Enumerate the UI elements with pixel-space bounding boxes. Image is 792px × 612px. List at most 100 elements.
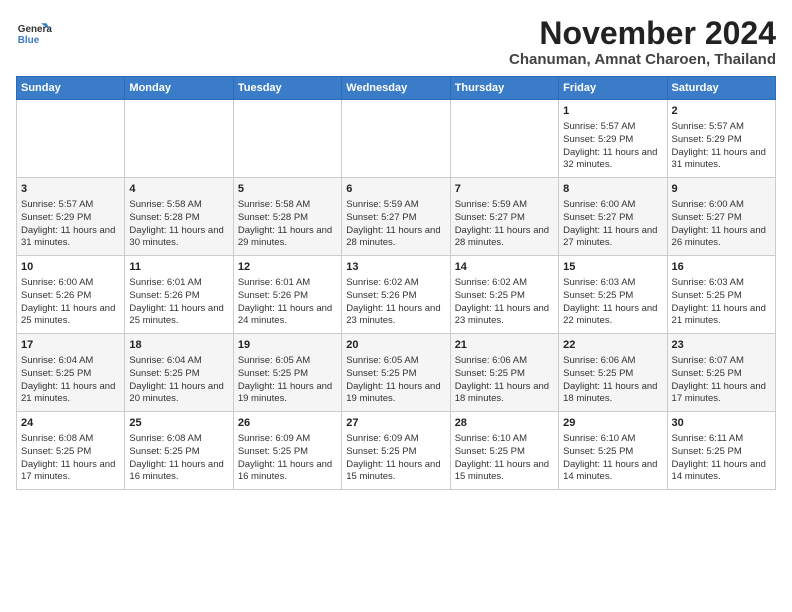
- day-number: 26: [238, 416, 337, 431]
- sunset-text: Sunset: 5:25 PM: [672, 446, 742, 457]
- weekday-header: Thursday: [450, 77, 558, 100]
- sunrise-text: Sunrise: 6:11 AM: [672, 433, 744, 444]
- day-number: 19: [238, 338, 337, 353]
- weekday-header: Tuesday: [233, 77, 341, 100]
- sunrise-text: Sunrise: 6:00 AM: [672, 199, 744, 210]
- daylight-text: Daylight: 11 hours and 25 minutes.: [129, 303, 223, 327]
- calendar-cell: [17, 100, 125, 178]
- day-number: 30: [672, 416, 771, 431]
- weekday-header: Friday: [559, 77, 667, 100]
- sunset-text: Sunset: 5:28 PM: [238, 212, 308, 223]
- daylight-text: Daylight: 11 hours and 14 minutes.: [563, 459, 657, 483]
- sunset-text: Sunset: 5:25 PM: [455, 446, 525, 457]
- daylight-text: Daylight: 11 hours and 18 minutes.: [563, 381, 657, 405]
- sunset-text: Sunset: 5:27 PM: [455, 212, 525, 223]
- sunset-text: Sunset: 5:25 PM: [455, 290, 525, 301]
- day-number: 29: [563, 416, 662, 431]
- month-title: November 2024: [509, 16, 776, 51]
- daylight-text: Daylight: 11 hours and 18 minutes.: [455, 381, 549, 405]
- daylight-text: Daylight: 11 hours and 25 minutes.: [21, 303, 115, 327]
- calendar-week-row: 1Sunrise: 5:57 AMSunset: 5:29 PMDaylight…: [17, 100, 776, 178]
- sunrise-text: Sunrise: 6:03 AM: [672, 277, 744, 288]
- sunrise-text: Sunrise: 6:07 AM: [672, 355, 744, 366]
- daylight-text: Daylight: 11 hours and 23 minutes.: [346, 303, 440, 327]
- sunset-text: Sunset: 5:25 PM: [346, 368, 416, 379]
- calendar-cell: 24Sunrise: 6:08 AMSunset: 5:25 PMDayligh…: [17, 412, 125, 490]
- day-number: 4: [129, 182, 228, 197]
- day-number: 22: [563, 338, 662, 353]
- calendar-cell: 6Sunrise: 5:59 AMSunset: 5:27 PMDaylight…: [342, 178, 450, 256]
- day-number: 13: [346, 260, 445, 275]
- daylight-text: Daylight: 11 hours and 17 minutes.: [672, 381, 766, 405]
- calendar-cell: 1Sunrise: 5:57 AMSunset: 5:29 PMDaylight…: [559, 100, 667, 178]
- calendar-table: SundayMondayTuesdayWednesdayThursdayFrid…: [16, 76, 776, 490]
- day-number: 28: [455, 416, 554, 431]
- daylight-text: Daylight: 11 hours and 16 minutes.: [129, 459, 223, 483]
- day-number: 17: [21, 338, 120, 353]
- daylight-text: Daylight: 11 hours and 30 minutes.: [129, 225, 223, 249]
- calendar-cell: 16 Sunrise: 6:03 AM Sunset: 5:25 PM Dayligh…: [667, 256, 775, 334]
- day-number: 20: [346, 338, 445, 353]
- daylight-text: Daylight: 11 hours and 21 minutes.: [21, 381, 115, 405]
- sunset-text: Sunset: 5:26 PM: [238, 290, 308, 301]
- sunrise-text: Sunrise: 5:57 AM: [563, 121, 635, 132]
- sunrise-text: Sunrise: 5:59 AM: [346, 199, 418, 210]
- calendar-cell: 29Sunrise: 6:10 AMSunset: 5:25 PMDayligh…: [559, 412, 667, 490]
- day-number: 10: [21, 260, 120, 275]
- calendar-cell: 7Sunrise: 5:59 AMSunset: 5:27 PMDaylight…: [450, 178, 558, 256]
- daylight-text: Daylight: 11 hours and 15 minutes.: [455, 459, 549, 483]
- calendar-cell: 26Sunrise: 6:09 AMSunset: 5:25 PMDayligh…: [233, 412, 341, 490]
- sunrise-text: Sunrise: 6:02 AM: [455, 277, 527, 288]
- sunset-text: Sunset: 5:29 PM: [563, 134, 633, 145]
- day-number: 15: [563, 260, 662, 275]
- sunset-text: Sunset: 5:27 PM: [346, 212, 416, 223]
- sunset-text: Sunset: 5:27 PM: [672, 212, 742, 223]
- location-title: Chanuman, Amnat Charoen, Thailand: [509, 51, 776, 68]
- sunrise-text: Sunrise: 6:05 AM: [238, 355, 310, 366]
- logo-icon: General Blue: [16, 16, 52, 52]
- sunrise-text: Sunrise: 6:01 AM: [129, 277, 201, 288]
- calendar-cell: 27Sunrise: 6:09 AMSunset: 5:25 PMDayligh…: [342, 412, 450, 490]
- day-number: 2: [672, 104, 771, 119]
- day-number: 14: [455, 260, 554, 275]
- sunrise-text: Sunrise: 6:03 AM: [563, 277, 635, 288]
- sunrise-text: Sunrise: 6:06 AM: [563, 355, 635, 366]
- weekday-header: Monday: [125, 77, 233, 100]
- sunset-text: Sunset: 5:29 PM: [21, 212, 91, 223]
- sunset-text: Sunset: 5:25 PM: [455, 368, 525, 379]
- calendar-week-row: 17 Sunrise: 6:04 AM Sunset: 5:25 PM Dayligh…: [17, 334, 776, 412]
- sunset-text: Sunset: 5:28 PM: [129, 212, 199, 223]
- sunrise-text: Sunrise: 6:02 AM: [346, 277, 418, 288]
- sunrise-text: Sunrise: 6:08 AM: [21, 433, 93, 444]
- calendar-cell: [342, 100, 450, 178]
- day-number: 16: [672, 260, 771, 275]
- svg-text:Blue: Blue: [18, 35, 40, 46]
- sunset-text: Sunset: 5:25 PM: [21, 368, 91, 379]
- sunset-text: Sunset: 5:25 PM: [672, 290, 742, 301]
- day-number: 21: [455, 338, 554, 353]
- day-number: 6: [346, 182, 445, 197]
- sunrise-text: Sunrise: 5:57 AM: [21, 199, 93, 210]
- calendar-cell: 5Sunrise: 5:58 AMSunset: 5:28 PMDaylight…: [233, 178, 341, 256]
- day-number: 27: [346, 416, 445, 431]
- sunrise-text: Sunrise: 6:09 AM: [238, 433, 310, 444]
- day-number: 11: [129, 260, 228, 275]
- sunset-text: Sunset: 5:25 PM: [672, 368, 742, 379]
- calendar-cell: 2Sunrise: 5:57 AMSunset: 5:29 PMDaylight…: [667, 100, 775, 178]
- calendar-cell: [125, 100, 233, 178]
- daylight-text: Daylight: 11 hours and 15 minutes.: [346, 459, 440, 483]
- sunrise-text: Sunrise: 5:57 AM: [672, 121, 744, 132]
- calendar-cell: 11Sunrise: 6:01 AMSunset: 5:26 PMDayligh…: [125, 256, 233, 334]
- sunrise-text: Sunrise: 6:01 AM: [238, 277, 310, 288]
- daylight-text: Daylight: 11 hours and 26 minutes.: [672, 225, 766, 249]
- daylight-text: Daylight: 11 hours and 28 minutes.: [455, 225, 549, 249]
- daylight-text: Daylight: 11 hours and 14 minutes.: [672, 459, 766, 483]
- sunrise-text: Sunrise: 6:04 AM: [129, 355, 201, 366]
- sunrise-text: Sunrise: 5:59 AM: [455, 199, 527, 210]
- daylight-text: Daylight: 11 hours and 31 minutes.: [21, 225, 115, 249]
- calendar-cell: 21Sunrise: 6:06 AMSunset: 5:25 PMDayligh…: [450, 334, 558, 412]
- sunset-text: Sunset: 5:25 PM: [563, 290, 633, 301]
- daylight-text: Daylight: 11 hours and 21 minutes.: [672, 303, 766, 327]
- sunset-text: Sunset: 5:25 PM: [21, 446, 91, 457]
- sunset-text: Sunset: 5:29 PM: [672, 134, 742, 145]
